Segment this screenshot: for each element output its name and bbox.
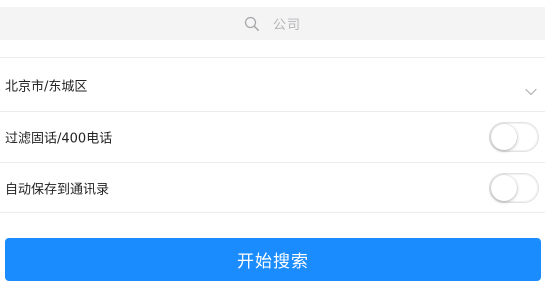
divider xyxy=(0,212,545,213)
section-gap xyxy=(0,49,545,57)
filter-landline-row: 过滤固话/400电话 xyxy=(0,111,545,162)
filter-landline-label: 过滤固话/400电话 xyxy=(5,131,113,147)
search-icon xyxy=(244,16,260,32)
auto-save-toggle[interactable] xyxy=(489,173,539,203)
start-search-button[interactable]: 开始搜索 xyxy=(5,238,541,281)
search-section: 公司 xyxy=(0,0,545,49)
search-placeholder: 公司 xyxy=(272,18,301,33)
search-input[interactable]: 公司 xyxy=(0,7,545,40)
toggle-knob xyxy=(491,124,517,150)
auto-save-row: 自动保存到通讯录 xyxy=(0,162,545,213)
filter-landline-toggle[interactable] xyxy=(489,122,539,152)
chevron-down-icon xyxy=(525,81,537,95)
region-value: 北京市/东城区 xyxy=(5,79,88,94)
toggle-knob xyxy=(491,175,517,201)
auto-save-label: 自动保存到通讯录 xyxy=(5,182,110,198)
region-selector[interactable]: 北京市/东城区 xyxy=(0,57,545,111)
